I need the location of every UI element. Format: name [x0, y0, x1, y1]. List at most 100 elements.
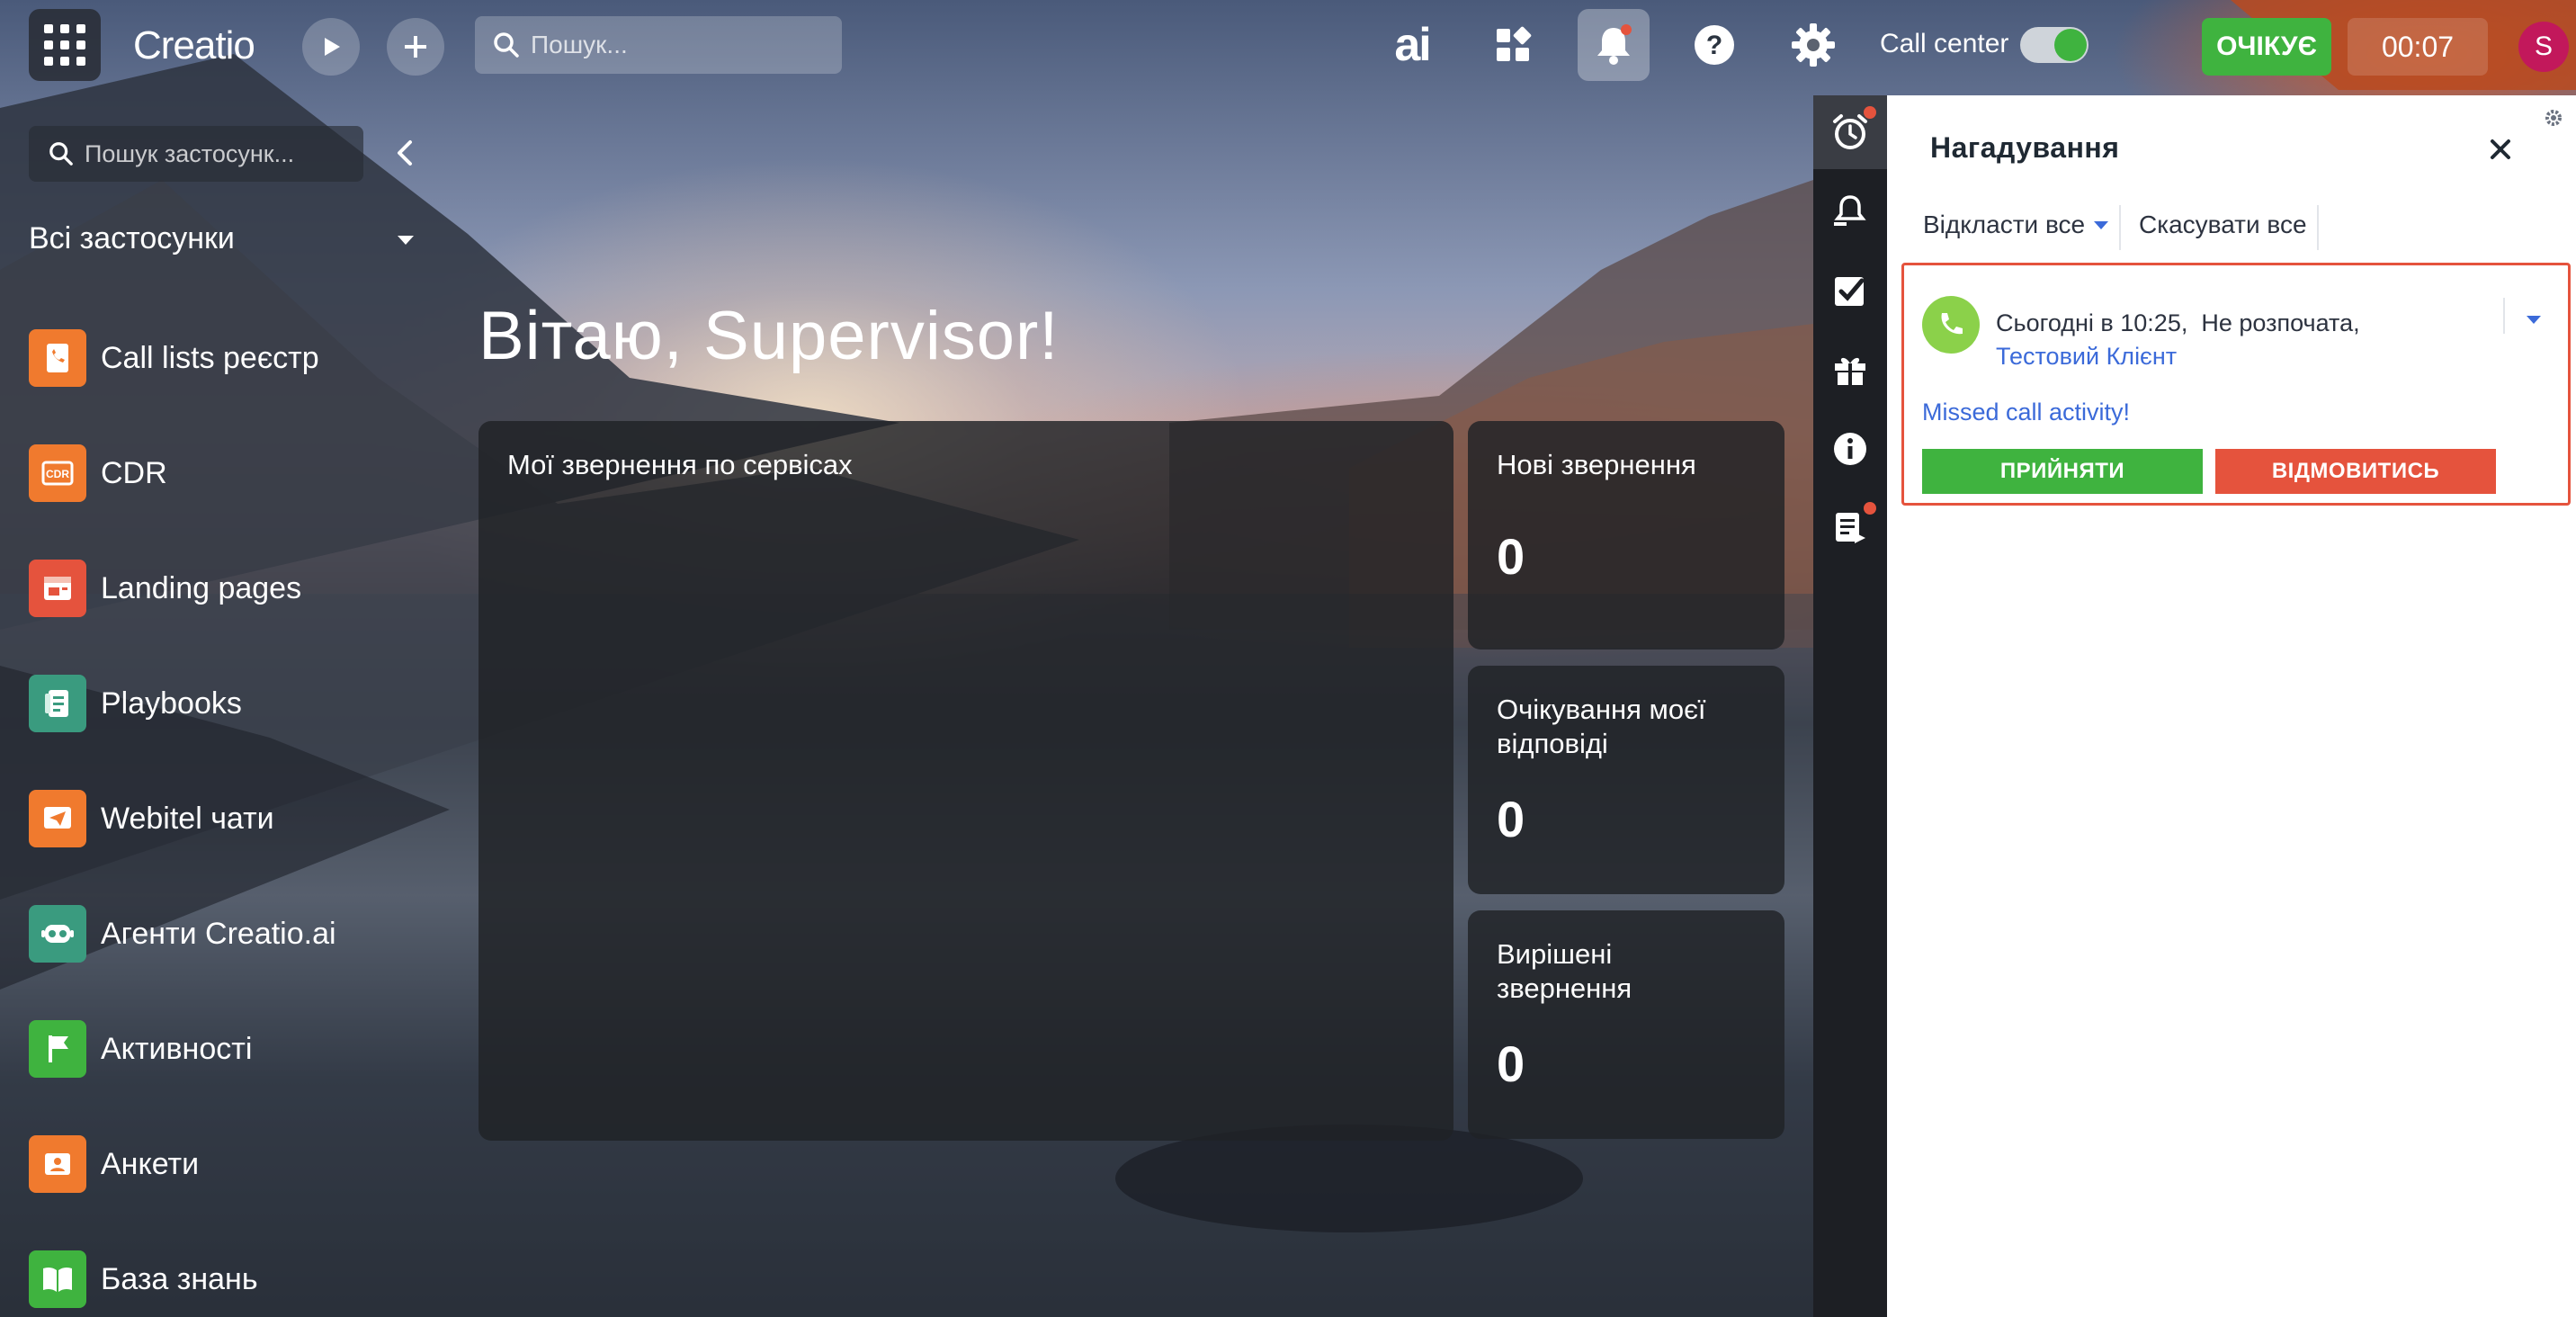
- widgets-button[interactable]: [1477, 9, 1549, 81]
- checkbox-icon: [1835, 277, 1865, 306]
- sidebar-item-webitel-chats[interactable]: Webitel чати: [29, 790, 461, 847]
- alarm-clock-icon: [1833, 114, 1867, 149]
- notifications-tab[interactable]: [1813, 175, 1887, 248]
- page-title: Вітаю, Supervisor!: [479, 298, 1060, 374]
- sidebar-item-knowledge-base[interactable]: База знань: [29, 1250, 461, 1308]
- sidebar-item-playbooks[interactable]: Playbooks: [29, 675, 461, 732]
- plus-icon: [405, 36, 426, 58]
- cdr-icon: CDR: [29, 444, 86, 502]
- top-bar: Creatio ai ?: [0, 0, 2576, 94]
- run-process-button[interactable]: [302, 18, 360, 76]
- sidebar-item-label: Анкети: [101, 1146, 200, 1181]
- sidebar-item-label: База знань: [101, 1261, 258, 1296]
- tasks-tab[interactable]: [1813, 254, 1887, 327]
- search-icon: [49, 142, 73, 166]
- playbook-icon: [29, 675, 86, 732]
- reminder-description: Сьогодні в 10:25, Не розпочата, Тестовий…: [1996, 307, 2446, 373]
- svg-text:?: ?: [1706, 31, 1722, 60]
- landing-page-icon: [29, 560, 86, 617]
- widget-value: 0: [1497, 528, 1525, 585]
- reminder-item: Сьогодні в 10:25, Не розпочата, Тестовий…: [1901, 263, 2571, 506]
- settings-button[interactable]: [1777, 9, 1849, 81]
- communication-panel-rail: [1813, 95, 1887, 1317]
- avatar[interactable]: S: [2518, 22, 2569, 72]
- chevron-down-icon[interactable]: [2527, 316, 2541, 324]
- widget-title: Очікування моєї відповіді: [1497, 694, 1706, 759]
- creatio-logo: Creatio: [133, 23, 255, 67]
- grid-icon: [44, 24, 85, 66]
- feed-tab[interactable]: [1813, 491, 1887, 565]
- app-search[interactable]: [29, 126, 363, 182]
- sidebar-item-label: Webitel чати: [101, 801, 274, 836]
- cancel-all-button[interactable]: Скасувати все: [2139, 211, 2307, 239]
- reminder-time: Сьогодні в 10:25,: [1996, 309, 2188, 336]
- decline-button[interactable]: ВІДМОВИТИСЬ: [2215, 449, 2496, 494]
- app-search-input[interactable]: [85, 139, 354, 168]
- sidebar-item-landing-pages[interactable]: Landing pages: [29, 560, 461, 617]
- person-card-icon: [29, 1135, 86, 1193]
- close-button[interactable]: [2482, 131, 2518, 167]
- new-cases-widget[interactable]: Нові звернення 0: [1468, 421, 1784, 650]
- panel-title: Нагадування: [1930, 131, 2120, 164]
- reminder-status: Не розпочата,: [2201, 309, 2360, 336]
- postpone-all-button[interactable]: Відкласти все: [1923, 211, 2109, 239]
- reminders-panel: Нагадування Відкласти все Скасувати все …: [1887, 95, 2576, 1317]
- flag-icon: [29, 1020, 86, 1078]
- widget-value: 0: [1497, 1035, 1525, 1092]
- info-icon: [1834, 433, 1866, 465]
- chevron-down-icon: [2094, 220, 2109, 229]
- widget-value: 0: [1497, 791, 1525, 847]
- collapse-sidebar-button[interactable]: [387, 135, 423, 171]
- ai-icon: ai: [1394, 19, 1431, 71]
- bell-icon: [1597, 24, 1632, 65]
- sidebar-item-label: Landing pages: [101, 570, 302, 605]
- chevron-down-icon[interactable]: [398, 236, 414, 245]
- call-center-toggle[interactable]: [2020, 27, 2089, 63]
- accept-button[interactable]: ПРИЙНЯТИ: [1922, 449, 2203, 494]
- call-timer: 00:07: [2348, 18, 2488, 76]
- sidebar-item-call-lists[interactable]: Call lists реєстр: [29, 329, 461, 387]
- sidebar-item-activities[interactable]: Активності: [29, 1020, 461, 1078]
- call-center-label: Call center: [1880, 29, 2009, 58]
- widget-title: Мої звернення по сервісах: [507, 449, 853, 480]
- gift-icon: [1835, 357, 1865, 385]
- resolved-cases-widget[interactable]: Вирішені звернення 0: [1468, 910, 1784, 1139]
- sidebar-item-label: Активності: [101, 1031, 253, 1066]
- gear-icon: [1792, 23, 1835, 67]
- app-launcher-button[interactable]: [29, 9, 101, 81]
- global-search[interactable]: [475, 16, 842, 74]
- all-apps-selector[interactable]: Всі застосунки: [29, 221, 235, 256]
- sidebar-item-cdr[interactable]: CDR CDR: [29, 444, 461, 502]
- sidebar-item-questionnaires[interactable]: Анкети: [29, 1135, 461, 1193]
- robot-icon: [29, 905, 86, 963]
- global-search-input[interactable]: [531, 31, 827, 59]
- reminder-contact-link[interactable]: Тестовий Клієнт: [1996, 343, 2177, 370]
- gifts-tab[interactable]: [1813, 333, 1887, 407]
- svg-text:CDR: CDR: [46, 468, 69, 480]
- add-button[interactable]: [387, 18, 444, 76]
- info-tab[interactable]: [1813, 412, 1887, 486]
- chevron-left-icon: [398, 140, 412, 166]
- reminders-tab[interactable]: [1813, 95, 1887, 169]
- sidebar-item-label: Playbooks: [101, 685, 242, 721]
- widget-title: Нові звернення: [1497, 449, 1696, 480]
- agent-status-button[interactable]: ОЧІКУЄ: [2202, 18, 2331, 76]
- close-icon: [2491, 139, 2510, 159]
- notifications-button[interactable]: [1578, 9, 1650, 81]
- document-play-icon: [1836, 513, 1865, 543]
- help-icon: ?: [1695, 25, 1734, 65]
- phone-list-icon: [29, 329, 86, 387]
- bell-chat-icon: [1834, 195, 1866, 226]
- book-icon: [29, 1250, 86, 1308]
- sidebar-item-creatio-ai-agents[interactable]: Агенти Creatio.ai: [29, 905, 461, 963]
- widgets-icon: [1497, 26, 1532, 61]
- sidebar-item-label: Агенти Creatio.ai: [101, 916, 336, 951]
- reminder-subject-link[interactable]: Missed call activity!: [1922, 399, 2130, 426]
- gear-icon[interactable]: [2542, 106, 2565, 130]
- postpone-all-label: Відкласти все: [1923, 211, 2086, 238]
- help-button[interactable]: ?: [1678, 9, 1750, 81]
- waiting-cases-widget[interactable]: Очікування моєї відповіді 0: [1468, 666, 1784, 894]
- ai-button[interactable]: ai: [1376, 9, 1448, 81]
- sidebar-item-label: Call lists реєстр: [101, 340, 319, 375]
- widget-title: Вирішені звернення: [1497, 938, 1632, 1004]
